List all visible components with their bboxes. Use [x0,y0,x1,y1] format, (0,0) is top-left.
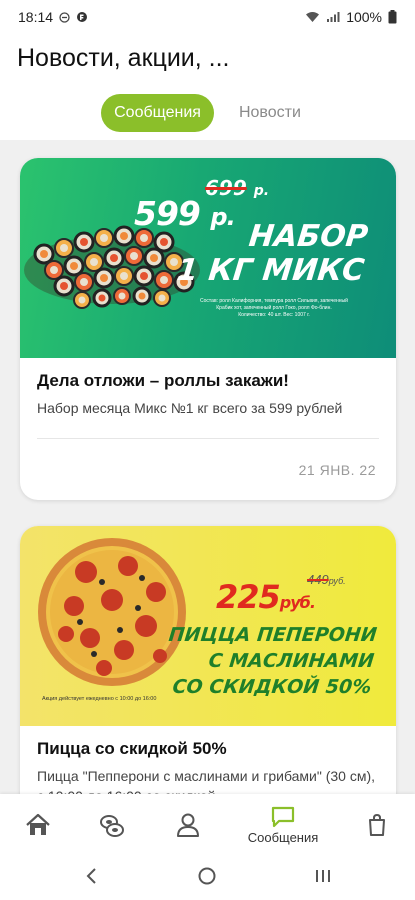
banner-fineprint: Акция действует ежедневно с 10:00 до 16:… [42,696,157,702]
banner-new-price: 225руб. [216,578,316,616]
promo-banner-pizza: 225руб. 449руб. ПИЦЦА ПЕПЕРОНИ С МАСЛИНА… [20,526,396,726]
recents-icon[interactable] [314,866,332,886]
status-right: 100% [305,9,397,25]
home-icon [26,813,50,835]
card-divider [37,438,379,439]
app-notification-icon [77,12,88,22]
nav-home[interactable] [18,794,58,856]
nav-rolls[interactable] [92,794,132,856]
rolls-icon [100,815,124,837]
nav-messages[interactable]: Сообщения [234,794,332,856]
card-description: Пицца "Пепперони с маслинами и грибами" … [37,768,376,794]
home-circle-icon[interactable] [197,866,217,886]
card-description: Набор месяца Микс №1 кг всего за 599 руб… [37,400,343,416]
banner-old-price: 449руб. [307,572,346,587]
banner-headline: ПИЦЦА ПЕПЕРОНИ С МАСЛИНАМИ СО СКИДКОЙ 50… [167,624,378,698]
nav-profile[interactable] [168,794,208,856]
message-card[interactable]: 599 р. 699 р. НАБОР 1 КГ МИКС Состав: ро… [20,158,396,500]
profile-icon [177,813,199,837]
message-card[interactable]: 225руб. 449руб. ПИЦЦА ПЕПЕРОНИ С МАСЛИНА… [20,526,396,794]
dnd-icon [59,11,70,23]
status-time: 18:14 [18,9,54,25]
banner-headline: НАБОР 1 КГ МИКС [175,219,370,288]
message-feed[interactable]: 599 р. 699 р. НАБОР 1 КГ МИКС Состав: ро… [0,140,415,794]
card-title: Дела отложи – роллы закажи! [37,371,289,390]
status-bar: 18:14 100% [0,0,415,34]
back-icon[interactable] [84,866,100,886]
banner-old-price: 699 р. [205,176,270,200]
battery-percent: 100% [346,9,382,25]
nav-cart[interactable] [357,794,397,856]
nav-messages-label: Сообщения [247,829,319,845]
tab-news[interactable]: Новости [226,94,314,132]
wifi-icon [306,12,320,22]
messages-icon [271,806,295,827]
promo-banner-rolls: 599 р. 699 р. НАБОР 1 КГ МИКС Состав: ро… [20,158,396,358]
banner-fineprint: Состав: ролл Калифорния, темпура ролл Си… [200,298,348,318]
cart-icon [369,813,385,836]
bottom-navigation: Сообщения [0,794,415,856]
status-left: 18:14 [18,9,88,25]
card-date: 21 ЯНВ. 22 [298,462,376,478]
tab-bar: Сообщения Новости [0,94,415,132]
page-title: Новости, акции, ... [17,44,230,72]
tab-messages[interactable]: Сообщения [101,94,214,132]
signal-icon [327,12,340,22]
card-title: Пицца со скидкой 50% [37,739,227,758]
battery-icon [388,10,397,24]
system-navigation-bar [0,856,415,900]
